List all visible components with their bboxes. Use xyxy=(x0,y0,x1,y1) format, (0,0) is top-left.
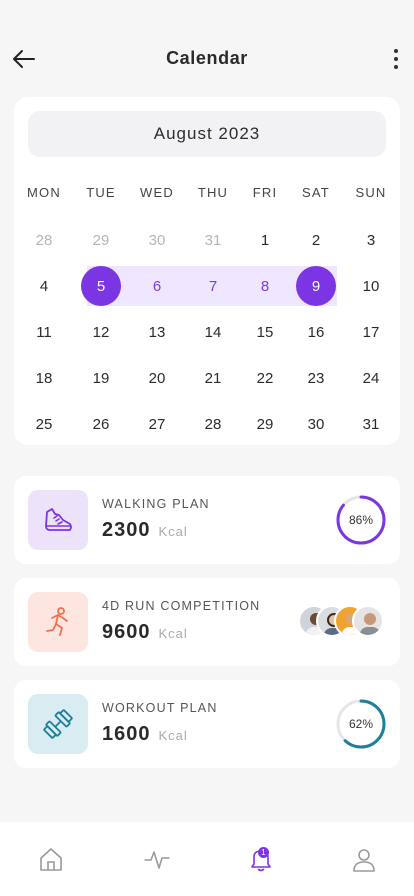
calendar-day[interactable]: 28 xyxy=(193,404,233,444)
calendar-day[interactable]: 8 xyxy=(245,266,285,306)
calendar-day[interactable]: 30 xyxy=(137,220,177,260)
weekday-label: SUN xyxy=(355,185,387,200)
calendar-day[interactable]: 14 xyxy=(193,312,233,352)
header: Calendar xyxy=(0,0,414,96)
month-selector[interactable]: August 2023 xyxy=(28,111,386,157)
calendar-day[interactable]: 2 xyxy=(296,220,336,260)
plan-value-row: 9600 Kcal xyxy=(102,621,188,644)
calendar-day[interactable]: 15 xyxy=(245,312,285,352)
run-competition-icon-box xyxy=(28,592,88,652)
progress-ring: 86% xyxy=(335,494,387,546)
plan-kcal-value: 1600 xyxy=(102,723,151,745)
profile-icon xyxy=(353,849,375,872)
calendar-day[interactable]: 16 xyxy=(296,312,336,352)
plan-kcal-unit: Kcal xyxy=(158,728,188,743)
progress-percent: 86% xyxy=(348,513,374,527)
calendar-day[interactable]: 13 xyxy=(137,312,177,352)
weekday-label: SAT xyxy=(302,185,330,200)
calendar-day[interactable]: 19 xyxy=(81,358,121,398)
calendar-day[interactable]: 28 xyxy=(24,220,64,260)
plan-label: WORKOUT PLAN xyxy=(102,701,218,715)
calendar-day[interactable]: 4 xyxy=(24,266,64,306)
calendar-day[interactable]: 23 xyxy=(296,358,336,398)
calendar-day[interactable]: 27 xyxy=(137,404,177,444)
weekday-label: FRI xyxy=(252,185,278,200)
more-dot-icon xyxy=(394,57,398,61)
calendar-day[interactable]: 11 xyxy=(24,312,64,352)
nav-home[interactable] xyxy=(36,844,66,874)
plan-value-row: 1600 Kcal xyxy=(102,723,188,746)
home-icon xyxy=(40,848,62,871)
calendar-day[interactable]: 21 xyxy=(193,358,233,398)
calendar-day[interactable]: 20 xyxy=(137,358,177,398)
dumbbell-icon xyxy=(43,709,73,739)
more-dot-icon xyxy=(394,65,398,69)
notification-badge: 1 xyxy=(258,847,269,858)
plan-kcal-unit: Kcal xyxy=(158,626,188,641)
run-competition-card[interactable]: 4D RUN COMPETITION 9600 Kcal xyxy=(14,578,400,666)
weekday-label: WED xyxy=(140,185,174,200)
calendar-card: August 2023 MON TUE WED THU FRI SAT SUN 28 29 30… xyxy=(14,97,400,445)
avatar xyxy=(352,605,384,637)
nav-activity[interactable] xyxy=(142,844,172,874)
more-dot-icon xyxy=(394,49,398,53)
page-title: Calendar xyxy=(166,48,248,68)
plan-label: WALKING PLAN xyxy=(102,497,210,511)
walking-plan-icon-box xyxy=(28,490,88,550)
calendar-day[interactable]: 17 xyxy=(351,312,391,352)
calendar-day[interactable]: 22 xyxy=(245,358,285,398)
bottom-navigation: 1 xyxy=(0,822,414,896)
calendar-day[interactable]: 10 xyxy=(351,266,391,306)
plan-kcal-value: 2300 xyxy=(102,519,151,541)
calendar-day[interactable]: 30 xyxy=(296,404,336,444)
calendar-day[interactable]: 25 xyxy=(24,404,64,444)
activity-icon xyxy=(144,851,170,869)
calendar-day[interactable]: 6 xyxy=(137,266,177,306)
weekday-header: MON TUE WED THU FRI SAT SUN xyxy=(14,185,400,205)
more-options-button[interactable] xyxy=(386,45,406,73)
runner-icon xyxy=(46,607,68,636)
calendar-day[interactable]: 26 xyxy=(81,404,121,444)
weekday-label: THU xyxy=(197,185,229,200)
weekday-label: MON xyxy=(27,185,61,200)
weekday-label: TUE xyxy=(86,185,116,200)
calendar-day[interactable]: 24 xyxy=(351,358,391,398)
calendar-day[interactable]: 12 xyxy=(81,312,121,352)
progress-ring: 62% xyxy=(335,698,387,750)
calendar-day[interactable]: 1 xyxy=(245,220,285,260)
plan-label: 4D RUN COMPETITION xyxy=(102,599,261,613)
plan-value-row: 2300 Kcal xyxy=(102,519,188,542)
calendar-day[interactable]: 5 xyxy=(81,266,121,306)
calendar-day[interactable]: 29 xyxy=(245,404,285,444)
participants-avatars[interactable] xyxy=(298,605,386,639)
progress-percent: 62% xyxy=(348,717,374,731)
calendar-day[interactable]: 9 xyxy=(296,266,336,306)
nav-notifications[interactable]: 1 xyxy=(246,844,276,874)
walking-plan-card[interactable]: WALKING PLAN 2300 Kcal 86% xyxy=(14,476,400,564)
calendar-day[interactable]: 31 xyxy=(193,220,233,260)
sneaker-icon xyxy=(45,508,72,531)
plan-kcal-value: 9600 xyxy=(102,621,151,643)
nav-profile[interactable] xyxy=(349,844,379,874)
workout-plan-card[interactable]: WORKOUT PLAN 1600 Kcal 62% xyxy=(14,680,400,768)
plan-kcal-unit: Kcal xyxy=(158,524,188,539)
calendar-day[interactable]: 31 xyxy=(351,404,391,444)
calendar-day[interactable]: 3 xyxy=(351,220,391,260)
calendar-day[interactable]: 29 xyxy=(81,220,121,260)
calendar-day[interactable]: 18 xyxy=(24,358,64,398)
workout-plan-icon-box xyxy=(28,694,88,754)
calendar-day[interactable]: 7 xyxy=(193,266,233,306)
